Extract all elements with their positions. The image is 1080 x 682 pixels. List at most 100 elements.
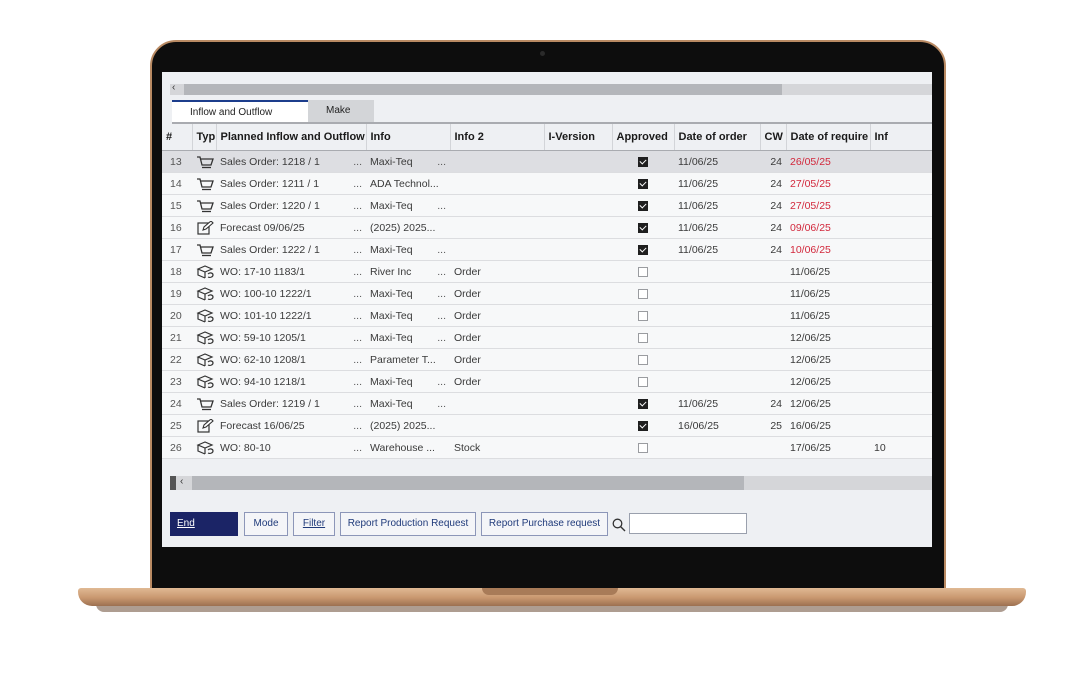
planned-text: WO: 17-10 1183/1 bbox=[220, 265, 306, 278]
row-info2 bbox=[450, 194, 544, 217]
row-inf bbox=[870, 172, 932, 195]
row-type bbox=[192, 392, 216, 415]
row-number: 19 bbox=[162, 282, 192, 305]
filter-button[interactable]: Filter bbox=[293, 512, 335, 536]
table-row[interactable]: 15 Sales Order: 1220 / 1... Maxi-Teq... 11/… bbox=[162, 194, 932, 217]
box-icon bbox=[196, 308, 214, 323]
planned-dots: ... bbox=[353, 353, 362, 366]
col-header-order-date[interactable]: Date of order bbox=[674, 124, 761, 151]
info-text: Maxi-Teq bbox=[370, 199, 413, 212]
row-planned: Sales Order: 1222 / 1... bbox=[216, 238, 366, 261]
scroll-left-icon[interactable]: ‹ bbox=[172, 82, 175, 93]
table-row[interactable]: 16 Forecast 09/06/25... (2025) 2025... 11/0… bbox=[162, 216, 932, 239]
scroll-thumb[interactable] bbox=[192, 476, 744, 490]
table-row[interactable]: 17 Sales Order: 1222 / 1... Maxi-Teq... 11/… bbox=[162, 238, 932, 261]
info-text: Maxi-Teq bbox=[370, 243, 413, 256]
approved-checkbox[interactable] bbox=[638, 332, 648, 343]
laptop-notch bbox=[482, 588, 618, 595]
planned-text: WO: 80-10 bbox=[220, 441, 271, 454]
planned-dots: ... bbox=[353, 375, 362, 388]
search-icon[interactable] bbox=[612, 518, 626, 532]
table-row[interactable]: 13 Sales Order: 1218 / 1... Maxi-Teq... 11/… bbox=[162, 150, 932, 173]
col-header-iversion[interactable]: I-Version bbox=[544, 124, 613, 151]
box-icon bbox=[196, 264, 214, 279]
tab-inflow-outflow[interactable]: Inflow and Outflow bbox=[172, 100, 308, 122]
row-order-date: 11/06/25 bbox=[674, 194, 760, 217]
row-order-date bbox=[674, 304, 760, 327]
row-iversion bbox=[544, 436, 612, 459]
col-header-required-date[interactable]: Date of require bbox=[786, 124, 871, 151]
row-iversion bbox=[544, 414, 612, 437]
planned-dots: ... bbox=[353, 243, 362, 256]
approved-checkbox[interactable] bbox=[638, 442, 648, 453]
info-dots: ... bbox=[437, 199, 446, 212]
row-number: 17 bbox=[162, 238, 192, 261]
report-production-request-button[interactable]: Report Production Request bbox=[340, 512, 476, 536]
info-text: Maxi-Teq bbox=[370, 155, 413, 168]
report-purchase-request-button[interactable]: Report Purchase request bbox=[481, 512, 608, 536]
col-header-approved[interactable]: Approved bbox=[612, 124, 675, 151]
row-required-date: 16/06/25 bbox=[786, 414, 870, 437]
approved-checkbox[interactable] bbox=[638, 266, 648, 277]
table-row[interactable]: 25 Forecast 16/06/25... (2025) 2025... 16/0… bbox=[162, 414, 932, 437]
table-row[interactable]: 23 WO: 94-10 1218/1... Maxi-Teq... Order 12/… bbox=[162, 370, 932, 393]
info-dots: ... bbox=[437, 331, 446, 344]
col-header-planned[interactable]: Planned Inflow and Outflow bbox=[216, 124, 367, 151]
approved-checkbox[interactable] bbox=[638, 200, 648, 211]
row-order-date bbox=[674, 326, 760, 349]
edit-icon bbox=[196, 219, 214, 235]
planned-dots: ... bbox=[353, 331, 362, 344]
approved-checkbox[interactable] bbox=[638, 420, 648, 431]
table-row[interactable]: 22 WO: 62-10 1208/1... Parameter T... Order… bbox=[162, 348, 932, 371]
approved-checkbox[interactable] bbox=[638, 178, 648, 189]
approved-checkbox[interactable] bbox=[638, 222, 648, 233]
col-header-info[interactable]: Info bbox=[366, 124, 451, 151]
col-header-cw[interactable]: CW bbox=[760, 124, 787, 151]
row-inf bbox=[870, 150, 932, 173]
row-info: Maxi-Teq... bbox=[366, 150, 450, 173]
end-button[interactable]: End bbox=[170, 512, 238, 536]
row-required-date: 09/06/25 bbox=[786, 216, 870, 239]
col-header-inf[interactable]: Inf bbox=[870, 124, 932, 151]
row-approved bbox=[612, 150, 674, 173]
info-text: Warehouse ... bbox=[370, 441, 435, 454]
table-row[interactable]: 18 WO: 17-10 1183/1... River Inc... Order 11… bbox=[162, 260, 932, 283]
table-header-row: # Typ Planned Inflow and Outflow Info In… bbox=[162, 124, 932, 151]
approved-checkbox[interactable] bbox=[638, 398, 648, 409]
scroll-thumb[interactable] bbox=[184, 84, 782, 95]
table-row[interactable]: 21 WO: 59-10 1205/1... Maxi-Teq... Order 12/… bbox=[162, 326, 932, 349]
cart-icon bbox=[196, 155, 214, 169]
approved-checkbox[interactable] bbox=[638, 354, 648, 365]
row-inf bbox=[870, 392, 932, 415]
edit-icon bbox=[196, 417, 214, 433]
bottom-horizontal-scrollbar[interactable]: ‹ bbox=[170, 476, 932, 490]
approved-checkbox[interactable] bbox=[638, 244, 648, 255]
approved-checkbox[interactable] bbox=[638, 156, 648, 167]
mode-button[interactable]: Mode bbox=[244, 512, 288, 536]
approved-checkbox[interactable] bbox=[638, 288, 648, 299]
table-row[interactable]: 14 Sales Order: 1211 / 1... ADA Technol...… bbox=[162, 172, 932, 195]
table-row[interactable]: 26 WO: 80-10... Warehouse ... Stock 17/06/25… bbox=[162, 436, 932, 459]
col-header-type[interactable]: Typ bbox=[192, 124, 217, 151]
scroll-left-icon[interactable]: ‹ bbox=[180, 476, 183, 487]
box-icon bbox=[196, 374, 214, 389]
col-header-number[interactable]: # bbox=[162, 124, 193, 151]
info-dots: ... bbox=[437, 155, 446, 168]
table-row[interactable]: 19 WO: 100-10 1222/1... Maxi-Teq... Order 11… bbox=[162, 282, 932, 305]
approved-checkbox[interactable] bbox=[638, 310, 648, 321]
row-number: 25 bbox=[162, 414, 192, 437]
info-dots: ... bbox=[437, 243, 446, 256]
table-row[interactable]: 20 WO: 101-10 1222/1... Maxi-Teq... Order 11… bbox=[162, 304, 932, 327]
search-input[interactable] bbox=[629, 513, 747, 534]
row-cw: 24 bbox=[760, 172, 786, 195]
row-required-date: 12/06/25 bbox=[786, 392, 870, 415]
top-horizontal-scrollbar[interactable]: ‹ bbox=[170, 82, 932, 95]
row-iversion bbox=[544, 260, 612, 283]
table-row[interactable]: 24 Sales Order: 1219 / 1... Maxi-Teq... 11/… bbox=[162, 392, 932, 415]
col-header-info2[interactable]: Info 2 bbox=[450, 124, 545, 151]
approved-checkbox[interactable] bbox=[638, 376, 648, 387]
row-required-date: 27/05/25 bbox=[786, 172, 870, 195]
tab-make[interactable]: Make bbox=[308, 100, 374, 122]
row-info: Maxi-Teq... bbox=[366, 194, 450, 217]
row-number: 23 bbox=[162, 370, 192, 393]
